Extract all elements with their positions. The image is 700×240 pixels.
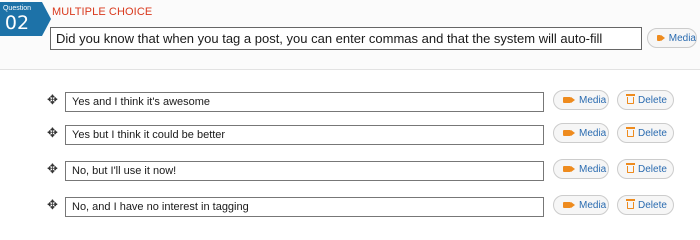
- camera-icon: [657, 35, 665, 41]
- answer-input[interactable]: No, but I'll use it now!: [65, 161, 544, 181]
- answer-input[interactable]: Yes but I think it could be better: [65, 125, 544, 145]
- delete-label: Delete: [638, 127, 667, 139]
- move-icon[interactable]: ✥: [46, 94, 59, 107]
- answer-delete-button[interactable]: Delete: [617, 123, 674, 143]
- answer-media-button[interactable]: Media: [553, 123, 609, 143]
- media-label: Media: [579, 163, 607, 175]
- answer-media-button[interactable]: Media: [553, 90, 609, 110]
- answer-media-button[interactable]: Media: [553, 195, 609, 215]
- media-label: Media: [579, 127, 607, 139]
- media-label: Media: [579, 199, 607, 211]
- trash-icon: [626, 163, 635, 173]
- delete-label: Delete: [638, 199, 667, 211]
- camera-icon: [563, 130, 575, 136]
- media-label: Media: [579, 94, 607, 106]
- answer-media-button[interactable]: Media: [553, 159, 609, 179]
- question-number-badge: Question 02: [0, 2, 51, 36]
- question-header: Question 02 MULTIPLE CHOICE Did you know…: [0, 0, 700, 70]
- answer-delete-button[interactable]: Delete: [617, 90, 674, 110]
- answer-input[interactable]: Yes and I think it's awesome: [65, 92, 544, 112]
- camera-icon: [563, 97, 575, 103]
- media-label: Media: [668, 32, 696, 44]
- question-type-label: MULTIPLE CHOICE: [52, 6, 153, 18]
- move-icon[interactable]: ✥: [46, 199, 59, 212]
- move-icon[interactable]: ✥: [46, 163, 59, 176]
- question-media-button[interactable]: Media: [647, 28, 697, 48]
- camera-icon: [563, 202, 575, 208]
- answer-delete-button[interactable]: Delete: [617, 159, 674, 179]
- delete-label: Delete: [638, 94, 667, 106]
- answer-delete-button[interactable]: Delete: [617, 195, 674, 215]
- answer-input[interactable]: No, and I have no interest in tagging: [65, 197, 544, 217]
- question-text-input[interactable]: Did you know that when you tag a post, y…: [50, 27, 642, 50]
- delete-label: Delete: [638, 163, 667, 175]
- trash-icon: [626, 94, 635, 104]
- trash-icon: [626, 199, 635, 209]
- trash-icon: [626, 127, 635, 137]
- camera-icon: [563, 166, 575, 172]
- question-number: 02: [4, 12, 30, 34]
- move-icon[interactable]: ✥: [46, 127, 59, 140]
